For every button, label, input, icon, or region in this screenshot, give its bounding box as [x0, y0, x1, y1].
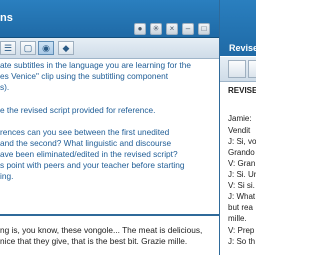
- instructions-title: ns: [0, 12, 13, 24]
- instruction-line: ing.: [0, 171, 14, 181]
- revised-line: Jamie:: [228, 114, 252, 123]
- tag-icon[interactable]: ◆: [58, 41, 74, 55]
- revised-panel: Revise REVISE Jamie: Vendit J: Si, vo Gr…: [220, 0, 256, 255]
- revised-line: J: Si. Ur: [228, 170, 256, 179]
- text-tool-icon[interactable]: ☰: [0, 41, 16, 55]
- instructions-titlebar: ns ● ✳ × – □: [0, 0, 219, 38]
- instruction-line: ate subtitles in the language you are le…: [0, 60, 191, 70]
- instruction-line: and the second? What linguistic and disc…: [0, 138, 172, 148]
- close-icon[interactable]: ×: [166, 23, 178, 35]
- eye-icon[interactable]: ◉: [38, 41, 54, 55]
- revised-titlebar: Revise: [220, 0, 256, 56]
- image-icon[interactable]: ▢: [20, 41, 36, 55]
- instruction-line: e the revised script provided for refere…: [0, 105, 156, 115]
- instruction-line: s point with peers and your teacher befo…: [0, 160, 185, 170]
- instruction-line: rences can you see between the first une…: [0, 127, 170, 137]
- instruction-line: ave been eliminated/edited in the revise…: [0, 149, 178, 159]
- app-root: ns ● ✳ × – □ ☰ ▢ ◉ ◆ ate subtitles in th…: [0, 0, 256, 255]
- revised-toolbar: [220, 57, 256, 82]
- revised-line: but rea: [228, 203, 253, 212]
- image-icon[interactable]: [248, 60, 256, 78]
- minimize-icon[interactable]: –: [182, 23, 194, 35]
- revised-title: Revise: [229, 43, 256, 53]
- revised-line: mille.: [228, 214, 247, 223]
- revised-line: J: What: [228, 192, 256, 201]
- revised-line: Grando: [228, 148, 255, 157]
- instruction-line: es Venice" clip using the subtitling com…: [0, 71, 169, 81]
- instructions-panel: ns ● ✳ × – □ ☰ ▢ ◉ ◆ ate subtitles in th…: [0, 0, 220, 255]
- revised-line: J: So th: [228, 237, 256, 246]
- settings-icon[interactable]: ✳: [150, 23, 162, 35]
- transcript-line: nice that they give, that is the best bi…: [0, 236, 188, 246]
- revised-line: V: Prep: [228, 226, 255, 235]
- transcript-line: ng is, you know, these vongole... The me…: [0, 225, 203, 235]
- camera-icon[interactable]: ●: [134, 23, 146, 35]
- revised-line: V: Gran: [228, 159, 256, 168]
- instructions-text: ate subtitles in the language you are le…: [0, 60, 216, 213]
- document-icon[interactable]: [228, 60, 246, 78]
- maximize-icon[interactable]: □: [198, 23, 210, 35]
- instructions-toolbar: ☰ ▢ ◉ ◆: [0, 38, 219, 59]
- revised-line: Vendit: [228, 126, 251, 135]
- revised-heading: REVISE: [228, 86, 256, 95]
- revised-line: J: Si, vo: [228, 137, 256, 146]
- instruction-line: s).: [0, 82, 10, 92]
- panel-border: [219, 83, 220, 255]
- transcript-box: ng is, you know, these vongole... The me…: [0, 216, 219, 255]
- revised-line: V: Si si.: [228, 181, 255, 190]
